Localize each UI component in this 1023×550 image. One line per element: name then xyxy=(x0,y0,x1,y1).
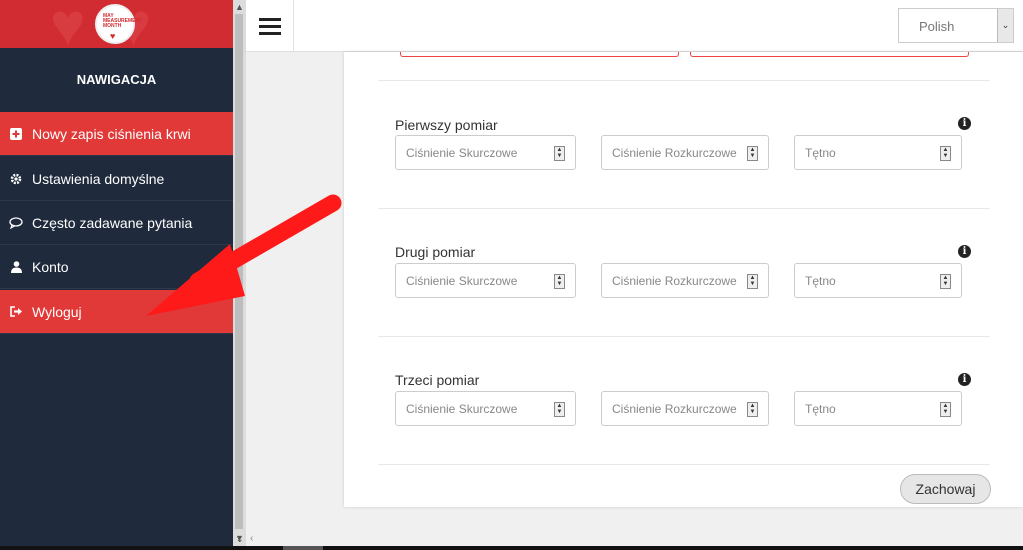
sidebar-item-label: Nowy zapis ciśnienia krwi xyxy=(32,125,191,142)
systolic-input-3[interactable]: Ciśnienie Skurczowe ▲ ▼ xyxy=(395,391,576,426)
sidebar-item-faq[interactable]: Często zadawane pytania xyxy=(0,201,233,245)
scrollbar-thumb[interactable] xyxy=(283,546,323,550)
logo-heart-icon: ♥ xyxy=(110,31,116,41)
spinner-icon[interactable]: ▲ ▼ xyxy=(747,402,758,417)
sidebar-item-label: Konto xyxy=(32,258,69,275)
spinner-icon[interactable]: ▲ ▼ xyxy=(940,146,951,161)
app-logo[interactable]: MAY MEASUREMENT MONTH ♥ xyxy=(95,4,143,44)
horizontal-scrollbar[interactable]: ‹ xyxy=(246,532,1023,546)
diastolic-input-2[interactable]: Ciśnienie Rozkurczowe ▲ ▼ xyxy=(601,263,769,298)
previous-field-box[interactable] xyxy=(690,52,969,57)
systolic-input-1[interactable]: Ciśnienie Skurczowe ▲ ▼ xyxy=(395,135,576,170)
sidebar-item-settings[interactable]: Ustawienia domyślne xyxy=(0,157,233,201)
spinner-icon[interactable]: ▲ ▼ xyxy=(554,274,565,289)
pulse-input-3[interactable]: Tętno ▲ ▼ xyxy=(794,391,962,426)
plus-square-icon xyxy=(0,127,32,140)
sidebar-item-logout[interactable]: Wyloguj xyxy=(0,290,233,334)
logo-text: MAY MEASUREMENT MONTH xyxy=(103,13,143,29)
section-divider xyxy=(378,80,990,81)
pulse-input-2[interactable]: Tętno ▲ ▼ xyxy=(794,263,962,298)
nav-title: NAWIGACJA xyxy=(76,72,157,87)
info-icon[interactable]: i xyxy=(958,117,971,130)
spinner-icon[interactable]: ▲ ▼ xyxy=(747,274,758,289)
field-placeholder: Ciśnienie Skurczowe xyxy=(406,402,518,416)
section-divider xyxy=(378,464,990,465)
spinner-icon[interactable]: ▲ ▼ xyxy=(940,274,951,289)
sidebar-header: ♥♥ MAY MEASUREMENT MONTH ♥ xyxy=(0,0,233,48)
language-value: Polish xyxy=(919,19,955,34)
sidebar-item-label: Wyloguj xyxy=(32,303,82,320)
diastolic-input-1[interactable]: Ciśnienie Rozkurczowe ▲ ▼ xyxy=(601,135,769,170)
hamburger-menu-button[interactable] xyxy=(246,0,294,52)
gear-icon xyxy=(0,173,32,185)
spinner-icon[interactable]: ▲ ▼ xyxy=(940,402,951,417)
chevron-down-icon[interactable]: ⌄ xyxy=(997,9,1013,42)
field-placeholder: Tętno xyxy=(805,274,836,288)
hamburger-line xyxy=(258,24,281,28)
section-title-first: Pierwszy pomiar xyxy=(395,117,498,133)
comment-icon xyxy=(0,216,32,229)
sidebar-item-new-record[interactable]: Nowy zapis ciśnienia krwi xyxy=(0,112,233,156)
section-divider xyxy=(378,336,990,337)
pulse-input-1[interactable]: Tętno ▲ ▼ xyxy=(794,135,962,170)
field-placeholder: Ciśnienie Skurczowe xyxy=(406,274,518,288)
systolic-input-2[interactable]: Ciśnienie Skurczowe ▲ ▼ xyxy=(395,263,576,298)
sidebar-item-account[interactable]: Konto xyxy=(0,245,233,289)
field-placeholder: Ciśnienie Rozkurczowe xyxy=(612,402,737,416)
bottom-strip xyxy=(0,546,1023,550)
info-icon[interactable]: i xyxy=(958,245,971,258)
sidebar-item-label: Ustawienia domyślne xyxy=(32,170,165,187)
sidebar-item-label: Często zadawane pytania xyxy=(32,214,193,231)
scrollbar-thumb[interactable] xyxy=(235,14,243,529)
sidebar-scrollbar[interactable]: ▲ ▼ xyxy=(233,0,246,550)
spinner-icon[interactable]: ▲ ▼ xyxy=(554,402,565,417)
hamburger-line xyxy=(258,31,281,35)
scroll-up-icon[interactable]: ▲ xyxy=(235,2,244,12)
chevron-down-icon[interactable]: ⌄ xyxy=(236,534,244,545)
field-placeholder: Ciśnienie Rozkurczowe xyxy=(612,274,737,288)
section-divider xyxy=(378,208,990,209)
save-button[interactable]: Zachowaj xyxy=(900,474,991,504)
scroll-left-icon[interactable]: ‹ xyxy=(250,533,253,544)
previous-field-box[interactable] xyxy=(400,52,679,57)
info-icon[interactable]: i xyxy=(958,373,971,386)
section-title-second: Drugi pomiar xyxy=(395,244,476,260)
hamburger-line xyxy=(258,17,281,21)
field-placeholder: Ciśnienie Skurczowe xyxy=(406,146,518,160)
spinner-icon[interactable]: ▲ ▼ xyxy=(554,146,565,161)
diastolic-input-3[interactable]: Ciśnienie Rozkurczowe ▲ ▼ xyxy=(601,391,769,426)
sign-out-icon xyxy=(0,306,32,317)
top-bar: Polish ⌄ xyxy=(246,0,1023,52)
field-placeholder: Ciśnienie Rozkurczowe xyxy=(612,146,737,160)
field-placeholder: Tętno xyxy=(805,402,836,416)
spinner-icon[interactable]: ▲ ▼ xyxy=(747,146,758,161)
section-title-third: Trzeci pomiar xyxy=(395,372,480,388)
sidebar: ♥♥ MAY MEASUREMENT MONTH ♥ NAWIGACJA Now… xyxy=(0,0,233,550)
field-placeholder: Tętno xyxy=(805,146,836,160)
user-icon xyxy=(0,260,32,273)
language-select[interactable]: Polish ⌄ xyxy=(898,8,1014,43)
